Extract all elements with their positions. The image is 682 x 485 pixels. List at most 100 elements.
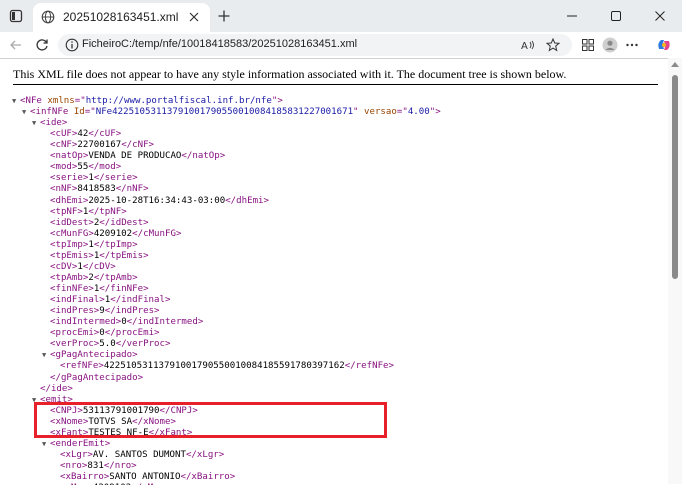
close-tab-button[interactable] [186, 9, 202, 25]
xml-tag: "> [271, 96, 283, 106]
extensions-button[interactable] [578, 35, 598, 55]
minimize-button[interactable] [550, 0, 594, 32]
xml-tag: </cMunFG> [132, 228, 182, 239]
xml-tag: "> [429, 107, 441, 118]
xml-attr-name: xmlns [47, 96, 75, 106]
copilot-button[interactable] [654, 35, 674, 55]
xml-viewer: This XML file does not appear to have an… [0, 58, 668, 485]
divider [13, 84, 658, 85]
xml-tag: </natOp> [181, 151, 226, 162]
xml-tag: <tpEmis> [50, 250, 94, 261]
xml-text-value: 55 [77, 162, 89, 173]
address-bar[interactable]: Ficheiro C:/temp/nfe/10018418583/2025102… [58, 34, 572, 56]
xml-tag: </gPagAntecipado> [50, 372, 144, 383]
xml-line: <xLgr>AV. SANTOS DUMONT</xLgr> [52, 450, 224, 461]
xml-line: <dhEmi>2025-10-28T16:34:43-03:00</dhEmi> [42, 196, 269, 207]
xml-line: <nNF>8418583</nNF> [42, 184, 149, 195]
xml-line: <verProc>5.0</verProc> [42, 339, 170, 350]
star-icon [546, 38, 560, 52]
xml-line: ▼ <ide> [32, 118, 67, 129]
scrollbar-thumb[interactable] [672, 75, 678, 279]
xml-text-value: 5.0 [99, 339, 116, 350]
xml-line: ▼ <infNFe Id="NFe422510531137910017905500… [22, 107, 441, 118]
close-icon [655, 11, 665, 21]
xml-line: <tpEmis>1</tpEmis> [42, 251, 149, 262]
xml-line: ▼ <NFe xmlns="http://www.portalfiscal.inf… [12, 96, 283, 107]
xml-attr-value: NFe4225105311379100179055001008418583122… [95, 107, 354, 118]
tab-actions-button[interactable] [6, 6, 26, 26]
favorite-button[interactable] [545, 37, 561, 53]
xml-text-value: SANTO ANTONIO [109, 472, 181, 483]
xml-tag: <indIntermed> [50, 317, 122, 328]
tab-bar: 20251028163451.xml [0, 0, 682, 32]
xml-tag: </procEmi> [104, 328, 160, 339]
info-icon [65, 38, 79, 52]
xml-tag: </cNF> [121, 140, 155, 151]
window-close-button[interactable] [638, 0, 682, 32]
refresh-button[interactable] [32, 35, 52, 55]
collapse-toggle-icon[interactable]: ▼ [22, 107, 30, 118]
xml-tag: </dhEmi> [225, 195, 270, 206]
read-aloud-icon: A [521, 40, 534, 52]
xml-tag: =" [84, 107, 96, 118]
xml-tag: =" [396, 107, 408, 118]
xml-tag: <ide> [40, 118, 68, 129]
collapse-toggle-icon[interactable]: ▼ [42, 439, 50, 450]
xml-tag: </cUF> [88, 129, 122, 140]
xml-tag: </tpAmb> [93, 272, 138, 283]
xml-tag: <finNFe> [50, 284, 94, 295]
xml-text-value: 4209102 [93, 228, 133, 239]
xml-tag: <dhEmi> [50, 195, 89, 206]
new-tab-button[interactable] [214, 6, 234, 26]
xml-tag: <indFinal> [50, 295, 105, 306]
xml-tag: </refNFe> [344, 361, 394, 372]
xml-line: <tpNF>1</tpNF> [42, 207, 127, 218]
address-url[interactable]: C:/temp/nfe/10018418583/20251028163451.x… [121, 38, 357, 50]
xml-tag: </cDV> [82, 261, 116, 272]
globe-icon [41, 10, 55, 24]
xml-line: <tpAmb>2</tpAmb> [42, 273, 138, 284]
minimize-icon [567, 15, 577, 17]
xml-tag: <xLgr> [60, 449, 93, 460]
collapse-toggle-icon[interactable]: ▼ [42, 350, 50, 361]
xml-line: <tpImp>1</tpImp> [42, 240, 138, 251]
tab-title: 20251028163451.xml [63, 10, 179, 24]
active-tab[interactable]: 20251028163451.xml [33, 3, 210, 32]
xml-tag: <cMunFG> [50, 228, 94, 239]
highlight-box [34, 402, 387, 438]
more-icon [626, 43, 638, 47]
xml-line: <natOp>VENDA DE PRODUCAO</natOp> [42, 151, 225, 162]
profile-button[interactable] [600, 35, 620, 55]
xml-text-value: 22700167 [77, 140, 122, 151]
xml-tag: <gPagAntecipado> [50, 350, 138, 361]
style-info-message: This XML file does not appear to have an… [13, 67, 567, 81]
xml-attr-value: 4.00 [407, 107, 430, 118]
collapse-toggle-icon[interactable]: ▼ [12, 96, 20, 107]
back-button[interactable] [6, 35, 26, 55]
settings-menu-button[interactable] [622, 35, 642, 55]
xml-tag: <xBairro> [60, 472, 110, 483]
xml-tag: </nro> [103, 460, 137, 471]
xml-tag: </indFinal> [110, 295, 171, 306]
collapse-toggle-icon[interactable]: ▼ [32, 118, 40, 129]
xml-tag: </xBairro> [180, 472, 236, 483]
xml-text-value: VENDA DE PRODUCAO [88, 151, 182, 162]
maximize-button[interactable] [594, 0, 638, 32]
refresh-icon [36, 39, 48, 51]
xml-tag: </mod> [88, 162, 122, 173]
vertical-scrollbar[interactable] [668, 58, 682, 484]
scroll-up-arrow-icon[interactable] [671, 62, 679, 67]
xml-line: <cDV>1</cDV> [42, 262, 116, 273]
xml-tag: </nNF> [115, 184, 149, 195]
xml-text-value: 42 [77, 129, 89, 140]
browser-toolbar: Ficheiro C:/temp/nfe/10018418583/2025102… [0, 32, 682, 58]
xml-line: </ide> [32, 384, 73, 395]
svg-text:A: A [521, 41, 528, 52]
xml-tag: <mod> [50, 162, 78, 173]
xml-tag: " [353, 107, 364, 118]
xml-tag: </tpImp> [93, 239, 138, 250]
read-aloud-button[interactable]: A [520, 37, 536, 53]
xml-line: <xBairro>SANTO ANTONIO</xBairro> [52, 472, 235, 483]
xml-attr-value: http://www.portalfiscal.inf.br/nfe [85, 96, 272, 106]
xml-tag: </indPres> [104, 306, 160, 317]
